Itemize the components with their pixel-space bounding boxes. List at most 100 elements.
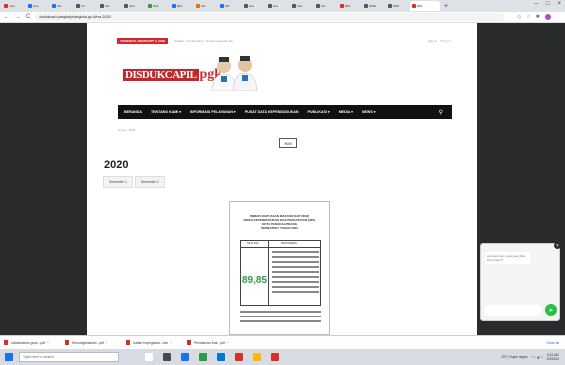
browser-tab[interactable]: Goo — [26, 1, 49, 11]
nav-item[interactable]: TENTANG KAMI ▾ — [151, 110, 181, 114]
browser-tab-strip: Lam Goo Wo Un Per Janr Ruti Bert Per DIT ane ane Fed… — [0, 0, 565, 12]
browser-extensions: ◇ ☆ ✱ — [517, 14, 551, 20]
taskbar-app-icon[interactable] — [163, 353, 171, 361]
browser-tab[interactable]: Ruti — [146, 1, 169, 11]
url-input[interactable]: disdukcapil.pangkalpinangkota.go.id/rss-… — [35, 13, 506, 21]
breadcrumb[interactable]: Home › 2020 — [118, 128, 135, 132]
browser-tab[interactable]: Un — [74, 1, 97, 11]
browser-tab[interactable]: Wo — [50, 1, 73, 11]
date-badge: THURSDAY, FEBRUARY 3, 2022 — [117, 37, 169, 44]
window-controls: – □ × — [535, 1, 561, 7]
send-icon[interactable]: ➤ — [545, 304, 557, 316]
clock[interactable]: 9:41 AM 2/3/2022 — [547, 353, 559, 361]
taskbar-app-icon[interactable] — [253, 353, 261, 361]
show-all-downloads-button[interactable]: Show all — [547, 341, 559, 345]
chat-widget: × Hai pemohon, ada yang bisa kami bantu?… — [480, 242, 561, 321]
ikm-button[interactable]: IKM — [279, 138, 297, 148]
maximize-button[interactable]: □ — [546, 1, 550, 7]
tab-semester-1[interactable]: Semester 1 — [103, 176, 133, 188]
chevron-up-icon[interactable]: ^ — [47, 341, 49, 345]
browser-tab[interactable]: ane — [242, 1, 265, 11]
browser-tab[interactable]: Bert — [170, 1, 193, 11]
taskbar-app-icon[interactable] — [199, 353, 207, 361]
download-item[interactable]: Kemungkinankel...pdf ^ — [65, 340, 121, 345]
tab-semester-2[interactable]: Semester 2 — [134, 176, 165, 188]
score-header: NILAI IKM — [247, 242, 259, 245]
browser-tab[interactable]: Per — [98, 1, 121, 11]
weather-widget[interactable]: 29°C Hujan ringan — [502, 355, 528, 359]
taskbar-app-icon[interactable] — [271, 353, 279, 361]
logo-wordmark: DISDUKCAPIL — [123, 68, 199, 81]
close-icon[interactable]: × — [554, 242, 561, 249]
taskbar-app-icon[interactable] — [145, 353, 153, 361]
system-tray: 29°C Hujan ringan ^ ◐ ◢ ◁ 9:41 AM 2/3/20… — [502, 353, 560, 361]
download-filename: collaborative-gove...pdf — [11, 340, 46, 345]
site-content: THURSDAY, FEBRUARY 3, 2022 Sekilas · Kon… — [87, 23, 477, 335]
taskbar-app-icon[interactable] — [235, 353, 243, 361]
nav-item[interactable]: PUBLIKASI ▾ — [308, 110, 330, 114]
address-bar-row: ← → C disdukcapil.pangkalpinangkota.go.i… — [0, 12, 565, 23]
nav-item[interactable]: BERANDA — [124, 110, 142, 114]
document-heading: INDEKS KEPUASAN MASYARAKAT (IKM) DINAS K… — [230, 214, 329, 230]
downloads-bar: collaborative-gove...pdf ^ Kemungkinankel.… — [0, 335, 565, 349]
chevron-up-icon[interactable]: ^ — [106, 341, 108, 345]
browser-tab[interactable]: RDI — [410, 1, 440, 11]
document-footer-text — [240, 311, 321, 325]
top-links[interactable]: Sekilas · Kontak Kami · Produk Layanan D… — [174, 39, 233, 43]
browser-tab[interactable]: ane — [266, 1, 289, 11]
new-tab-button[interactable]: + — [444, 3, 448, 10]
browser-tab[interactable]: Per — [194, 1, 217, 11]
chat-input[interactable] — [484, 305, 542, 316]
download-item[interactable]: Penelaman-Kak...pdf ^ — [187, 340, 243, 345]
site-logo[interactable]: DISDUKCAPIL pgk — [123, 65, 222, 84]
tab-label: Goo — [33, 4, 39, 8]
windows-start-icon[interactable] — [5, 353, 13, 361]
browser-tab[interactable]: RPL — [338, 1, 361, 11]
taskbar-apps — [145, 353, 279, 361]
browser-tab[interactable]: Lam — [2, 1, 25, 11]
nav-item[interactable]: MEDIA ▾ — [339, 110, 353, 114]
tab-label: PDS — [393, 4, 400, 8]
browser-tab[interactable]: WHE — [362, 1, 385, 11]
tab-favicon-icon — [100, 4, 104, 8]
chevron-up-icon[interactable]: ^ — [227, 341, 229, 345]
nav-item[interactable]: PUSAT DATA KEPENDUDUKAN — [245, 110, 299, 114]
officials-photo — [211, 56, 258, 91]
pdf-file-icon — [4, 340, 8, 345]
download-item[interactable]: Kaitan Kepegawai...xlsx ^ — [126, 340, 182, 345]
tab-label: Per — [105, 4, 110, 8]
browser-tab[interactable]: cov — [314, 1, 337, 11]
chat-message: Hai pemohon, ada yang bisa kami bantu? — [485, 252, 530, 264]
tab-favicon-icon — [340, 4, 344, 8]
search-icon[interactable]: ⚲ — [439, 109, 443, 116]
chevron-up-icon[interactable]: ^ — [170, 341, 172, 345]
tab-favicon-icon — [148, 4, 152, 8]
pdf-file-icon — [65, 340, 69, 345]
browser-tab[interactable]: Janr — [122, 1, 145, 11]
browser-tab[interactable]: DIT — [218, 1, 241, 11]
minimize-button[interactable]: – — [535, 1, 538, 7]
top-social-links[interactable]: Sign in · f ✉ ◫ ✎ — [428, 39, 451, 43]
bookmark-star-icon[interactable]: ☆ — [526, 14, 530, 20]
taskbar-app-icon[interactable] — [217, 353, 225, 361]
download-item[interactable]: collaborative-gove...pdf ^ — [4, 340, 60, 345]
taskbar-app-icon[interactable] — [181, 353, 189, 361]
browser-tab[interactable]: Fed — [290, 1, 313, 11]
close-window-button[interactable]: × — [557, 1, 561, 7]
back-button[interactable]: ← — [4, 14, 10, 20]
profile-avatar[interactable] — [544, 14, 551, 20]
reload-button[interactable]: C — [26, 14, 30, 20]
pdf-file-icon — [187, 340, 191, 345]
tray-icons[interactable]: ^ ◐ ◢ ◁ — [532, 355, 543, 359]
browser-tab[interactable]: PDS — [386, 1, 409, 11]
forward-button[interactable]: → — [15, 14, 21, 20]
tab-label: RDI — [417, 4, 423, 8]
nav-item[interactable]: INFORMASI PELAYANAN ▾ — [190, 110, 236, 114]
taskbar-search-input[interactable]: Type here to search — [19, 352, 119, 362]
main-navigation: BERANDA TENTANG KAMI ▾ INFORMASI PELAYANAN… — [118, 105, 452, 119]
extensions-puzzle-icon[interactable]: ✱ — [536, 14, 540, 20]
extension-icon[interactable]: ◇ — [517, 14, 521, 20]
tab-favicon-icon — [364, 4, 368, 8]
document-heading-line: SEMESTER I TAHUN 2020 — [261, 226, 298, 230]
nav-item[interactable]: NEWS ▾ — [362, 110, 376, 114]
